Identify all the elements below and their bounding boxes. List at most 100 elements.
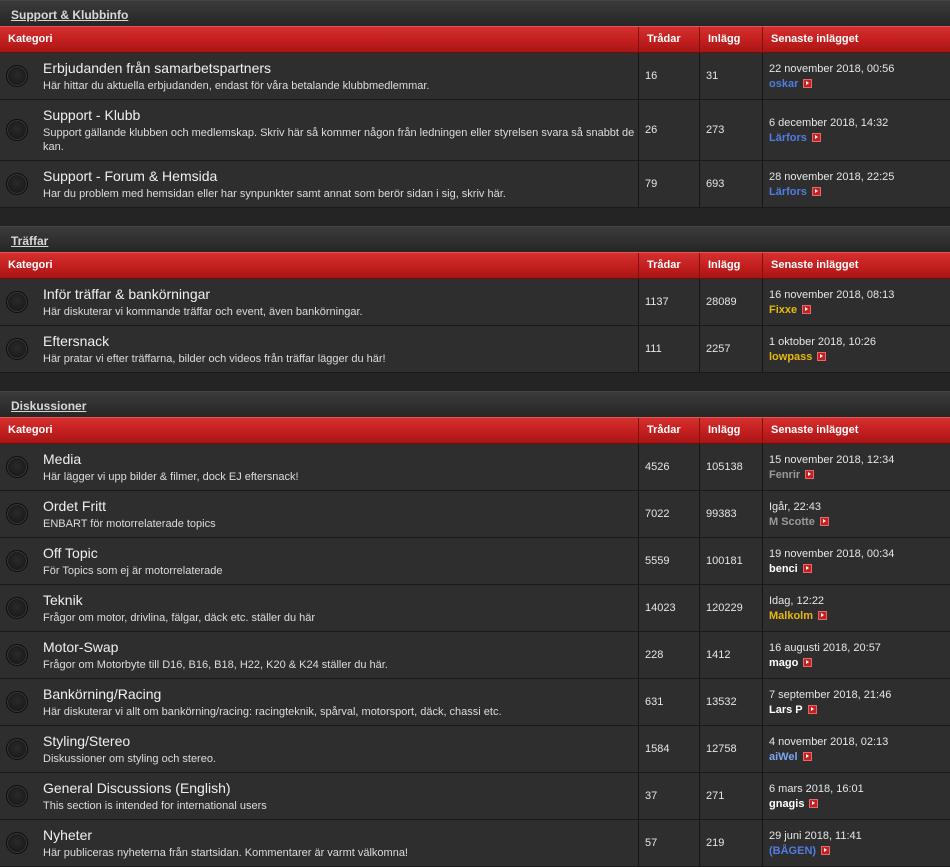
goto-last-post-icon[interactable] <box>809 799 819 808</box>
last-post-author[interactable]: Fenrir <box>769 468 800 482</box>
last-post-info: 6 december 2018, 14:32 Lärfors <box>769 116 888 145</box>
forum-text: Off Topic För Topics som ej är motorrelat… <box>43 545 223 578</box>
last-post-cell: 4 november 2018, 02:13 aiWel <box>763 726 950 772</box>
last-post-author[interactable]: Malkolm <box>769 609 813 623</box>
last-post-author[interactable]: Lars P <box>769 703 803 717</box>
last-post-date: 19 november 2018, 00:34 <box>769 547 895 560</box>
section-title-link[interactable]: Support & Klubbinfo <box>11 1 128 24</box>
column-header-row: Kategori Trådar Inlägg Senaste inlägget <box>0 252 950 279</box>
forum-row: Media Här lägger vi upp bilder & filmer, … <box>0 444 950 491</box>
goto-last-post-icon[interactable] <box>803 658 813 667</box>
forum-description: Support gällande klubben och medlemskap.… <box>43 126 635 153</box>
column-header-row: Kategori Trådar Inlägg Senaste inlägget <box>0 26 950 53</box>
last-post-author[interactable]: aiWel <box>769 750 798 764</box>
section-header: Support & Klubbinfo <box>0 0 950 26</box>
forum-status-icon <box>6 65 28 87</box>
last-post-author[interactable]: Lärfors <box>769 131 807 145</box>
forum-description: Frågor om Motorbyte till D16, B16, B18, … <box>43 658 388 671</box>
forum-row: Nyheter Här publiceras nyheterna från sta… <box>0 820 950 867</box>
section-spacer <box>0 208 950 226</box>
forum-text: Eftersnack Här pratar vi efter träffarna,… <box>43 333 386 366</box>
post-count: 271 <box>700 773 763 819</box>
last-post-by: (BÅGEN) <box>769 844 862 858</box>
goto-last-post-icon[interactable] <box>817 352 827 361</box>
goto-last-post-icon[interactable] <box>802 752 812 761</box>
forum-name-link[interactable]: Support - Klubb <box>43 107 638 123</box>
forum-name-link[interactable]: Motor-Swap <box>43 639 388 655</box>
post-count: 28089 <box>700 279 763 325</box>
forum-name-link[interactable]: Erbjudanden från samarbetspartners <box>43 60 429 76</box>
forum-section: Diskussioner Kategori Trådar Inlägg Senaste … <box>0 391 950 867</box>
forum-name-link[interactable]: Styling/Stereo <box>43 733 216 749</box>
last-post-author[interactable]: Lärfors <box>769 185 807 199</box>
last-post-author[interactable]: Fixxe <box>769 303 797 317</box>
last-post-cell: 6 december 2018, 14:32 Lärfors <box>763 100 950 160</box>
column-header-threads: Trådar <box>639 27 700 52</box>
section-title-link[interactable]: Träffar <box>11 227 48 250</box>
goto-last-post-icon[interactable] <box>802 305 812 314</box>
forum-name-link[interactable]: Teknik <box>43 592 315 608</box>
last-post-date: 6 december 2018, 14:32 <box>769 116 889 129</box>
goto-last-post-icon[interactable] <box>818 611 828 620</box>
forum-cell: Motor-Swap Frågor om Motorbyte till D16, … <box>0 632 639 678</box>
last-post-by: benci <box>769 562 894 576</box>
goto-last-post-icon[interactable] <box>803 79 813 88</box>
goto-last-post-icon[interactable] <box>807 705 817 714</box>
forum-index: Support & Klubbinfo Kategori Trådar Inlägg S… <box>0 0 950 867</box>
goto-last-post-icon[interactable] <box>819 517 829 526</box>
last-post-by: Malkolm <box>769 609 828 623</box>
thread-count: 1137 <box>639 279 700 325</box>
forum-text: Media Här lägger vi upp bilder & filmer, … <box>43 451 299 484</box>
section-header: Diskussioner <box>0 391 950 417</box>
forum-cell: Support - Forum & Hemsida Har du problem … <box>0 161 639 207</box>
forum-name-link[interactable]: Off Topic <box>43 545 223 561</box>
forum-row: Ordet Fritt ENBART för motorrelaterade to… <box>0 491 950 538</box>
forum-description: Har du problem med hemsidan eller har sy… <box>43 187 506 200</box>
forum-name-link[interactable]: Ordet Fritt <box>43 498 216 514</box>
last-post-author[interactable]: benci <box>769 562 798 576</box>
forum-name-link[interactable]: Inför träffar & bankörningar <box>43 286 363 302</box>
section-title-link[interactable]: Diskussioner <box>11 392 86 415</box>
forum-status-icon <box>6 338 28 360</box>
last-post-author[interactable]: lowpass <box>769 350 812 364</box>
goto-last-post-icon[interactable] <box>805 470 815 479</box>
last-post-date: 29 juni 2018, 11:41 <box>769 829 862 842</box>
thread-count: 228 <box>639 632 700 678</box>
last-post-info: 16 augusti 2018, 20:57 mago <box>769 641 881 670</box>
last-post-date: 7 september 2018, 21:46 <box>769 688 892 701</box>
forum-text: Bankörning/Racing Här diskuterar vi allt … <box>43 686 502 719</box>
thread-count: 16 <box>639 53 700 99</box>
last-post-author[interactable]: M Scotte <box>769 515 815 529</box>
forum-name-link[interactable]: Support - Forum & Hemsida <box>43 168 506 184</box>
forum-text: Erbjudanden från samarbetspartners Här hi… <box>43 60 429 93</box>
last-post-author[interactable]: oskar <box>769 77 798 91</box>
forum-name-link[interactable]: Bankörning/Racing <box>43 686 502 702</box>
forum-status-icon <box>6 173 28 195</box>
last-post-author[interactable]: gnagis <box>769 797 804 811</box>
thread-count: 7022 <box>639 491 700 537</box>
goto-last-post-icon[interactable] <box>802 564 812 573</box>
forum-cell: Bankörning/Racing Här diskuterar vi allt … <box>0 679 639 725</box>
last-post-author[interactable]: mago <box>769 656 798 670</box>
goto-last-post-icon[interactable] <box>811 133 821 142</box>
last-post-cell: 29 juni 2018, 11:41 (BÅGEN) <box>763 820 950 866</box>
goto-last-post-icon[interactable] <box>821 846 831 855</box>
forum-cell: Off Topic För Topics som ej är motorrelat… <box>0 538 639 584</box>
last-post-info: 19 november 2018, 00:34 benci <box>769 547 894 576</box>
thread-count: 5559 <box>639 538 700 584</box>
last-post-by: Lärfors <box>769 131 888 145</box>
forum-name-link[interactable]: Eftersnack <box>43 333 386 349</box>
goto-last-post-icon[interactable] <box>811 187 821 196</box>
forum-name-link[interactable]: Nyheter <box>43 827 408 843</box>
forum-cell: Erbjudanden från samarbetspartners Här hi… <box>0 53 639 99</box>
forum-row: Inför träffar & bankörningar Här diskuter… <box>0 279 950 326</box>
column-header-last-post: Senaste inlägget <box>771 424 859 436</box>
last-post-info: 7 september 2018, 21:46 Lars P <box>769 688 891 717</box>
forum-status-icon <box>6 550 28 572</box>
last-post-author[interactable]: (BÅGEN) <box>769 844 816 858</box>
last-post-date: 16 november 2018, 08:13 <box>769 288 895 301</box>
thread-count: 26 <box>639 100 700 160</box>
forum-cell: Inför träffar & bankörningar Här diskuter… <box>0 279 639 325</box>
forum-name-link[interactable]: General Discussions (English) <box>43 780 267 796</box>
forum-name-link[interactable]: Media <box>43 451 299 467</box>
